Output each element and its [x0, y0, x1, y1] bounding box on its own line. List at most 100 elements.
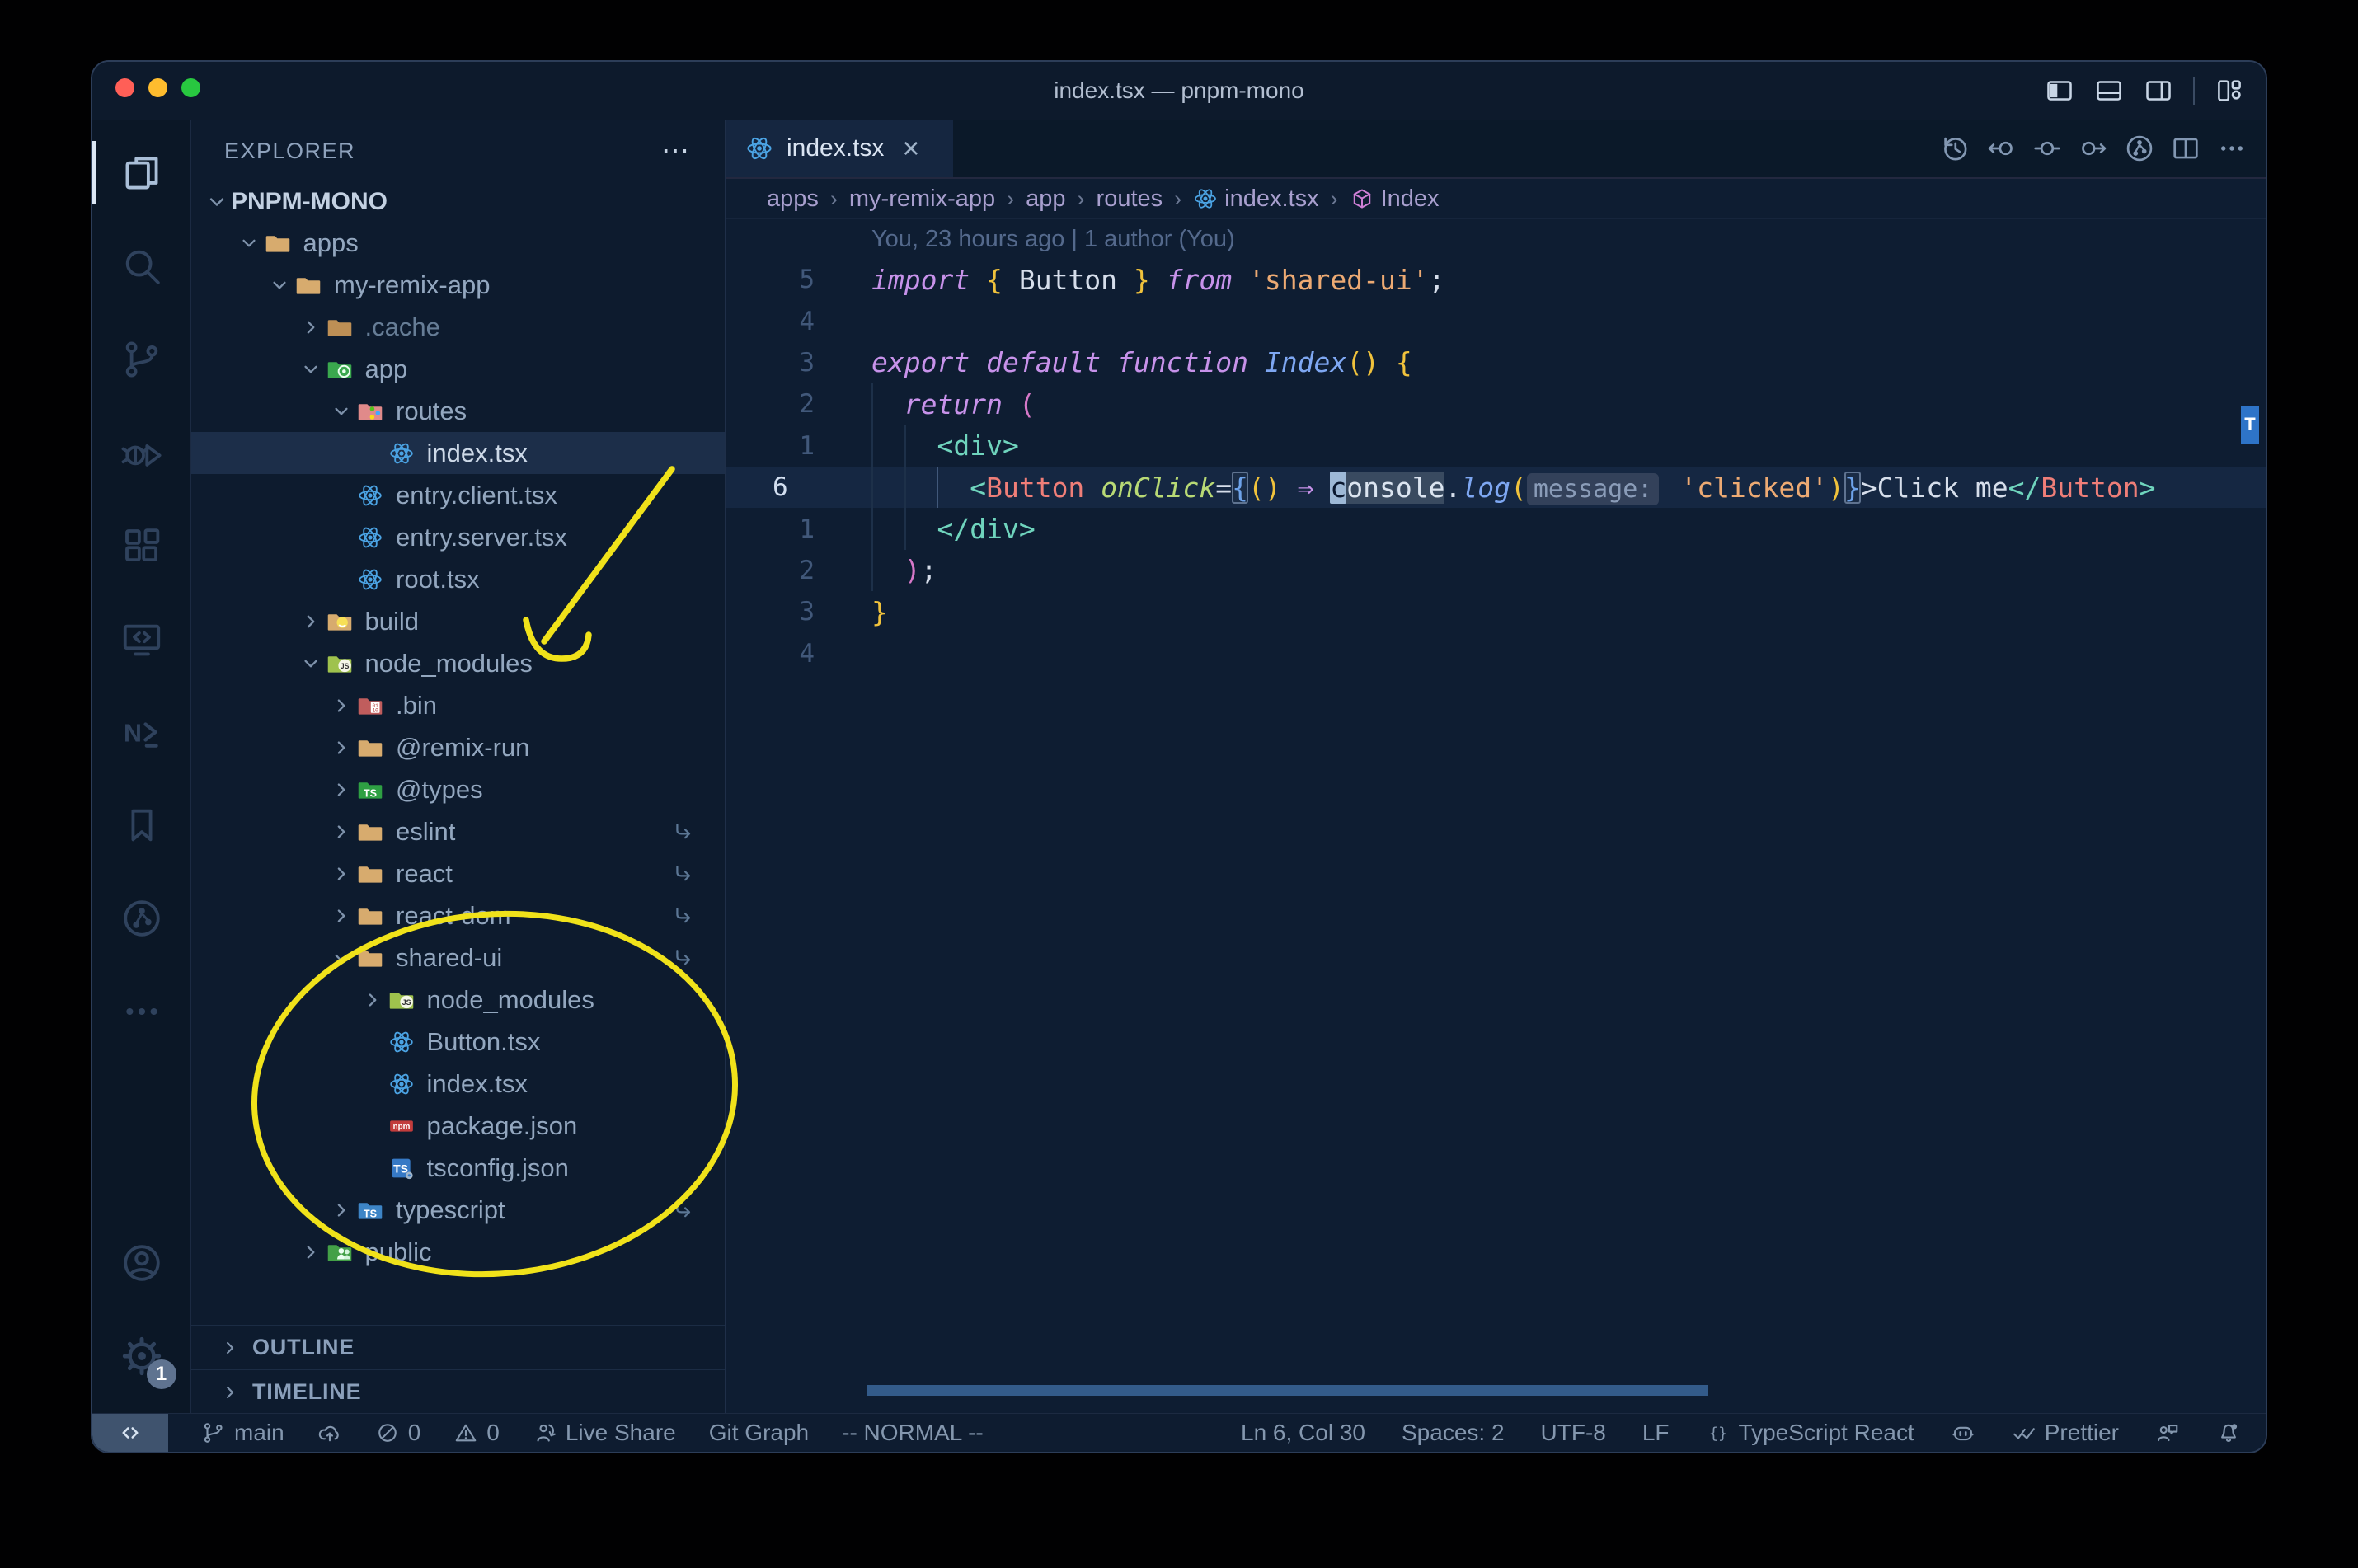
svg-text:npm: npm — [392, 1122, 410, 1131]
customize-layout-icon[interactable] — [2215, 76, 2244, 106]
error-icon — [375, 1420, 400, 1445]
status-eol[interactable]: LF — [1642, 1420, 1670, 1446]
tree-item-label: .cache — [364, 312, 440, 341]
toggle-panel-icon[interactable] — [2094, 76, 2124, 106]
breadcrumb-app[interactable]: app — [1026, 185, 1065, 213]
breadcrumb-routes[interactable]: routes — [1097, 185, 1163, 213]
tree-item-public[interactable]: public — [191, 1231, 725, 1273]
activity-gitlens-icon[interactable] — [92, 871, 191, 965]
tree-item--bin[interactable]: 01 10 .bin — [191, 684, 725, 726]
status-language-mode[interactable]: {} TypeScript React — [1706, 1420, 1914, 1446]
status-publish-changes[interactable] — [317, 1420, 342, 1445]
activity-search-icon[interactable] — [92, 219, 191, 312]
tree-item-entry-client-tsx[interactable]: entry.client.tsx — [191, 474, 725, 516]
tree-item-shared-ui[interactable]: shared-ui — [191, 937, 725, 979]
tree-item-app[interactable]: app — [191, 348, 725, 390]
liveshare-icon — [533, 1420, 557, 1445]
status-label: 0 — [407, 1420, 421, 1445]
tree-item-entry-server-tsx[interactable]: entry.server.tsx — [191, 516, 725, 558]
tree-item--types[interactable]: TS @types — [191, 768, 725, 810]
sidebar-section-timeline[interactable]: TIMELINE — [191, 1369, 725, 1414]
tree-item-package-json[interactable]: npm package.json — [191, 1105, 725, 1147]
horizontal-scrollbar[interactable] — [867, 1385, 1708, 1396]
status-problems-errors[interactable]: 0 — [375, 1420, 421, 1446]
status-notifications[interactable] — [2216, 1420, 2241, 1445]
tree-item-node-modules[interactable]: JS node_modules — [191, 642, 725, 684]
activity-run-debug-icon[interactable] — [92, 406, 191, 499]
sidebar-section-outline[interactable]: OUTLINE — [191, 1325, 725, 1369]
nav-forward-icon[interactable] — [2078, 133, 2109, 164]
folder-icon — [326, 1239, 354, 1265]
tree-item-build[interactable]: build — [191, 600, 725, 642]
toggle-secondary-sidebar-icon[interactable] — [2144, 76, 2173, 106]
status-vim-mode[interactable]: -- NORMAL -- — [842, 1420, 984, 1446]
tree-item-eslint[interactable]: eslint — [191, 810, 725, 852]
dcheck-icon — [2012, 1420, 2036, 1445]
section-label: OUTLINE — [252, 1335, 355, 1359]
activity-remote-explorer-icon[interactable] — [92, 592, 191, 685]
tree-item--remix-run[interactable]: @remix-run — [191, 726, 725, 768]
tree-item-label: index.tsx — [426, 1068, 528, 1098]
breadcrumb-my-remix-app[interactable]: my-remix-app — [849, 185, 995, 213]
tree-item-label: package.json — [426, 1110, 578, 1140]
nav-location-icon[interactable] — [2032, 133, 2063, 164]
tree-item-routes[interactable]: routes — [191, 390, 725, 432]
split-editor-icon[interactable] — [2170, 133, 2201, 164]
tree-item-index-tsx[interactable]: index.tsx — [191, 1063, 725, 1105]
status-indentation[interactable]: Spaces: 2 — [1402, 1420, 1505, 1446]
breadcrumb-index-tsx[interactable]: index.tsx — [1193, 185, 1319, 213]
breadcrumb-index[interactable]: Index — [1350, 185, 1440, 213]
title-bar: index.tsx — pnpm-mono — [92, 62, 2266, 120]
tree-root-pnpm-mono[interactable]: PNPM-MONO — [191, 182, 725, 222]
status-feedback[interactable] — [2155, 1420, 2180, 1445]
tree-item-index-tsx[interactable]: index.tsx — [191, 432, 725, 474]
tab-index-tsx[interactable]: index.tsx × — [726, 120, 953, 177]
tree-item-apps[interactable]: apps — [191, 222, 725, 264]
tree-item--cache[interactable]: .cache — [191, 306, 725, 348]
status-problems-warnings[interactable]: 0 — [453, 1420, 500, 1446]
line-number: 6 — [773, 472, 788, 503]
breadcrumb-apps[interactable]: apps — [767, 185, 819, 213]
status-encoding[interactable]: UTF-8 — [1541, 1420, 1606, 1446]
nav-back-icon[interactable] — [1985, 133, 2017, 164]
code-editor[interactable]: You, 23 hours ago | 1 author (You) 5 impor… — [726, 219, 2266, 1414]
tree-item-typescript[interactable]: TS typescript — [191, 1189, 725, 1231]
history-icon[interactable] — [1939, 133, 1970, 164]
activity-explorer-icon[interactable] — [92, 126, 191, 219]
tree-item-root-tsx[interactable]: root.tsx — [191, 558, 725, 600]
status-remote-indicator[interactable] — [92, 1414, 168, 1452]
status-cursor-position[interactable]: Ln 6, Col 30 — [1241, 1420, 1365, 1446]
sidebar-more-actions-icon[interactable]: ⋯ — [661, 134, 692, 167]
activity-extensions-icon[interactable] — [92, 499, 191, 592]
activity-bookmarks-icon[interactable] — [92, 778, 191, 871]
tree-item-react[interactable]: react — [191, 852, 725, 894]
activity-settings-gear-icon[interactable]: 1 — [92, 1309, 191, 1402]
activity-more-views-icon[interactable] — [92, 965, 191, 1058]
status-copilot[interactable] — [1951, 1420, 1975, 1445]
explorer-sidebar: EXPLORER ⋯ PNPM-MONO apps my-remix-app .cac… — [191, 120, 726, 1414]
toggle-primary-sidebar-icon[interactable] — [2045, 76, 2074, 106]
more-actions-icon[interactable] — [2216, 133, 2248, 164]
status-live-share[interactable]: Live Share — [533, 1420, 676, 1446]
activity-source-control-icon[interactable] — [92, 312, 191, 406]
activity-nx-console-icon[interactable]: N — [92, 685, 191, 778]
tree-item-react-dom[interactable]: react-dom — [191, 894, 725, 937]
tree-item-my-remix-app[interactable]: my-remix-app — [191, 264, 725, 306]
line-number: 2 — [799, 389, 815, 420]
status-git-branch[interactable]: main — [201, 1420, 284, 1446]
folder-icon — [356, 903, 384, 929]
status-git-graph[interactable]: Git Graph — [709, 1420, 809, 1446]
tree-item-button-tsx[interactable]: Button.tsx — [191, 1021, 725, 1063]
status-label: -- NORMAL -- — [842, 1420, 984, 1445]
symlink-icon — [672, 862, 695, 885]
activity-account-icon[interactable] — [92, 1216, 191, 1309]
tree-item-label: shared-ui — [396, 942, 503, 972]
tree-item-node-modules[interactable]: JS node_modules — [191, 979, 725, 1021]
react-file-icon — [356, 566, 384, 593]
close-tab-icon[interactable]: × — [902, 131, 919, 166]
tree-item-label: index.tsx — [426, 438, 528, 467]
tree-item-tsconfig-json[interactable]: TS tsconfig.json — [191, 1147, 725, 1189]
status-formatter-prettier[interactable]: Prettier — [2012, 1420, 2119, 1446]
gitlens-graph-icon[interactable] — [2124, 133, 2155, 164]
code-line: 5 import { Button } from 'shared-ui'; — [726, 259, 2266, 300]
